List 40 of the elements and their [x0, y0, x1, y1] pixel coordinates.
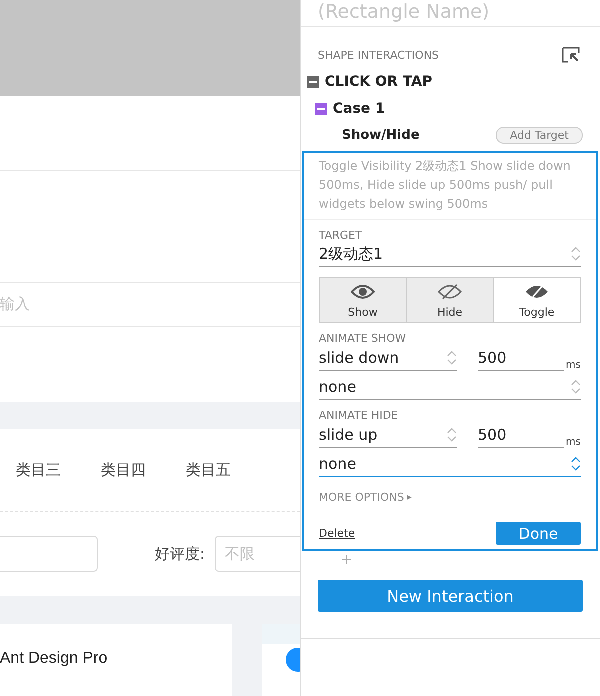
unit-label: ms	[566, 437, 581, 448]
case-label[interactable]: Case 1	[333, 100, 386, 116]
rating-label: 好评度:	[155, 544, 206, 564]
input-field[interactable]	[0, 536, 98, 572]
collapse-icon[interactable]	[315, 102, 327, 114]
triangle-icon: ▸	[407, 492, 412, 502]
target-select[interactable]: 2级动态1	[319, 242, 581, 267]
action-label[interactable]: Show/Hide	[342, 128, 420, 143]
animation-label: ANIMATE SHOW	[319, 332, 408, 345]
stepper-arrows-icon[interactable]	[447, 427, 457, 443]
unit-label: ms	[566, 360, 581, 371]
visibility-option[interactable]: Hide	[407, 278, 494, 322]
section-title: SHAPE INTERACTIONS	[318, 48, 440, 62]
category-tab[interactable]: 类目四	[101, 460, 146, 480]
stepper-arrows-icon[interactable]	[571, 456, 581, 472]
easing-select[interactable]: none	[319, 375, 581, 400]
expand-icon[interactable]	[562, 47, 580, 63]
eye-icon	[525, 284, 549, 300]
stepper-arrows-icon[interactable]	[447, 350, 457, 366]
eye-icon	[351, 284, 375, 300]
effect-select[interactable]: slide down	[319, 346, 457, 371]
event-label: CLICK OR TAP	[325, 74, 433, 90]
duration-field[interactable]: 500	[478, 346, 564, 371]
more-options-link[interactable]: MORE OPTIONS	[319, 491, 404, 504]
effect-select[interactable]: slide up	[319, 423, 457, 448]
easing-select[interactable]: none	[319, 452, 581, 477]
delete-link[interactable]: Delete	[319, 527, 356, 540]
action-summary: Toggle Visibility 2级动态1 Show slide down 500ms, Hide slide up 500ms push/ pull widgets below swing 500ms	[304, 153, 596, 220]
collapse-icon[interactable]	[307, 76, 319, 88]
visibility-option[interactable]: Show	[320, 278, 407, 322]
duration-field[interactable]: 500	[478, 423, 564, 448]
category-tab[interactable]: 类目三	[16, 460, 61, 480]
eye-icon	[438, 284, 462, 300]
category-tab[interactable]: 类目五	[186, 460, 231, 480]
animation-label: ANIMATE HIDE	[319, 409, 400, 422]
stepper-arrows-icon[interactable]	[571, 379, 581, 395]
card-title: Ant Design Pro	[0, 650, 108, 667]
target-label: TARGET	[319, 229, 364, 242]
add-target-button[interactable]: Add Target	[496, 127, 583, 144]
stepper-arrows-icon[interactable]	[571, 246, 581, 262]
